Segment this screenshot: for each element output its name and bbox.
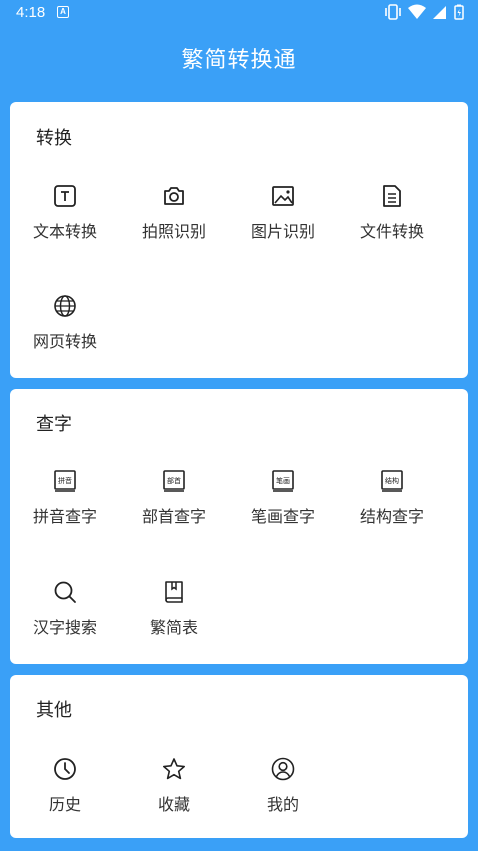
svg-text:结构: 结构 bbox=[385, 476, 399, 485]
star-icon bbox=[162, 757, 186, 781]
battery-icon bbox=[454, 4, 464, 20]
tile-label: 繁简表 bbox=[149, 618, 198, 637]
svg-text:笔画: 笔画 bbox=[276, 476, 290, 485]
status-time: 4:18 bbox=[16, 4, 46, 21]
status-bar: 4:18 A bbox=[0, 0, 478, 26]
radical-lookup-button[interactable]: 部首 部首查字 bbox=[119, 469, 229, 549]
image-icon bbox=[271, 184, 295, 208]
tile-label: 部首查字 bbox=[141, 507, 206, 526]
wifi-icon bbox=[408, 4, 426, 19]
structure-book-icon: 结构 bbox=[380, 469, 404, 493]
tile-label: 拼音查字 bbox=[32, 507, 97, 526]
file-convert-button[interactable]: 文件转换 bbox=[337, 184, 447, 264]
camera-icon bbox=[162, 184, 186, 208]
clock-icon bbox=[53, 757, 77, 781]
tile-label: 历史 bbox=[48, 795, 81, 814]
fanjian-table-button[interactable]: 繁简表 bbox=[119, 580, 229, 660]
hanzi-search-button[interactable]: 汉字搜索 bbox=[10, 580, 120, 660]
tile-label: 收藏 bbox=[157, 795, 190, 814]
text-convert-button[interactable]: 文本转换 bbox=[10, 184, 120, 264]
text-icon bbox=[53, 184, 77, 208]
vibrate-icon bbox=[385, 4, 401, 20]
radical-book-icon: 部首 bbox=[162, 469, 186, 493]
tile-label: 汉字搜索 bbox=[32, 618, 97, 637]
favorites-button[interactable]: 收藏 bbox=[119, 757, 229, 837]
tile-label: 笔画查字 bbox=[250, 507, 315, 526]
tile-label: 图片识别 bbox=[250, 222, 315, 241]
notification-icon: A bbox=[57, 6, 69, 18]
app-title: 繁简转换通 bbox=[181, 48, 297, 73]
tile-label: 文本转换 bbox=[32, 222, 97, 241]
stroke-lookup-button[interactable]: 笔画 笔画查字 bbox=[228, 469, 338, 549]
tile-label: 网页转换 bbox=[32, 332, 97, 351]
webpage-convert-button[interactable]: 网页转换 bbox=[10, 294, 120, 374]
globe-icon bbox=[53, 294, 77, 318]
conversion-card: 转换 文本转换 拍照识别 图片识别 文件转换 网页转换 bbox=[10, 102, 468, 378]
document-icon bbox=[380, 184, 404, 208]
svg-text:拼音: 拼音 bbox=[58, 476, 72, 485]
image-recognize-button[interactable]: 图片识别 bbox=[228, 184, 338, 264]
other-card: 其他 历史 收藏 我的 bbox=[10, 675, 468, 838]
signal-icon bbox=[433, 6, 446, 19]
section-title-other: 其他 bbox=[36, 700, 72, 721]
photo-recognize-button[interactable]: 拍照识别 bbox=[119, 184, 229, 264]
tile-label: 结构查字 bbox=[359, 507, 424, 526]
section-title-conversion: 转换 bbox=[36, 128, 72, 149]
tile-label: 拍照识别 bbox=[141, 222, 206, 241]
history-button[interactable]: 历史 bbox=[10, 757, 120, 837]
structure-lookup-button[interactable]: 结构 结构查字 bbox=[337, 469, 447, 549]
lookup-card: 查字 拼音 拼音查字 部首 部首查字 笔画 笔画查字 结构 结构查字 汉字搜索 bbox=[10, 389, 468, 664]
pinyin-book-icon: 拼音 bbox=[53, 469, 77, 493]
svg-text:部首: 部首 bbox=[167, 476, 181, 485]
tile-label: 文件转换 bbox=[359, 222, 424, 241]
pinyin-lookup-button[interactable]: 拼音 拼音查字 bbox=[10, 469, 120, 549]
table-book-icon bbox=[162, 580, 186, 604]
stroke-book-icon: 笔画 bbox=[271, 469, 295, 493]
search-icon bbox=[53, 580, 77, 604]
tile-label: 我的 bbox=[266, 795, 299, 814]
user-icon bbox=[271, 757, 295, 781]
profile-button[interactable]: 我的 bbox=[228, 757, 338, 837]
section-title-lookup: 查字 bbox=[36, 414, 72, 435]
